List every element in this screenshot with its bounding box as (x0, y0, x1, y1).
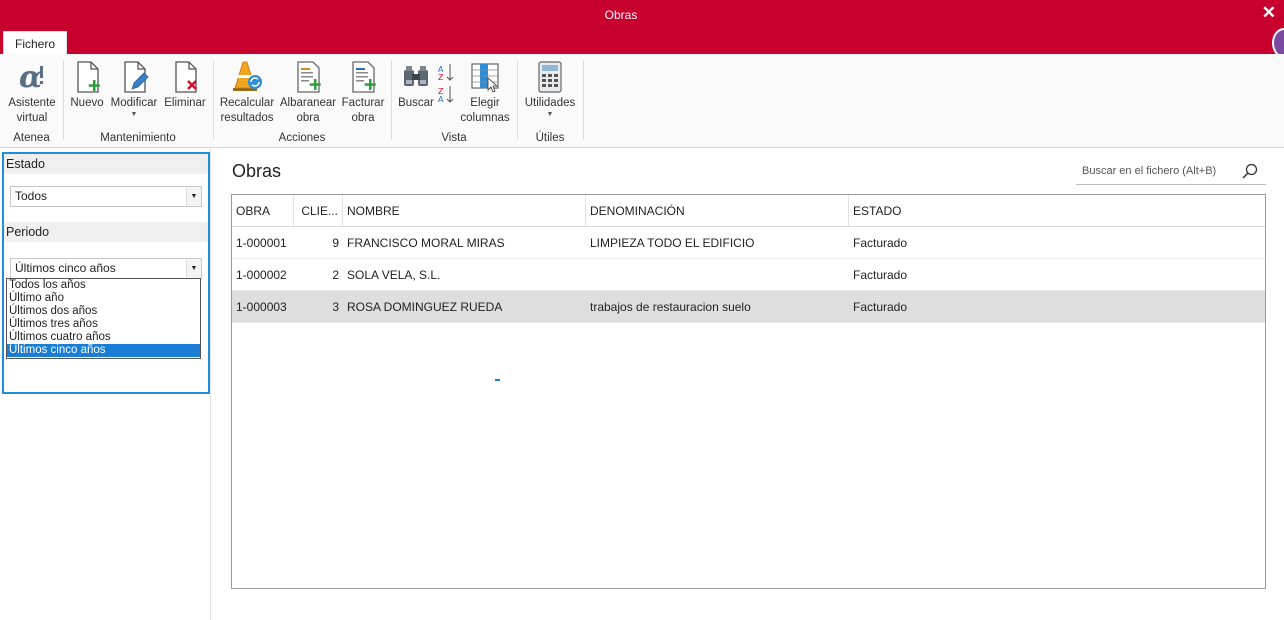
buscar-button[interactable]: Buscar (396, 58, 436, 111)
ribbon-group-acciones: Recalcular resultados Albaranear obra Fa… (214, 58, 390, 146)
close-button[interactable]: ✕ (1262, 3, 1276, 23)
invoice-icon (347, 60, 379, 94)
periodo-select[interactable]: Últimos cinco años ▼ (10, 258, 202, 279)
periodo-select-value: Últimos cinco años (15, 261, 116, 275)
ribbon-group-mantenimiento: Nuevo Modificar ▼ Eliminar Mantenimiento (64, 58, 212, 146)
cell-cliente: 2 (332, 268, 339, 282)
choose-columns-icon (469, 60, 501, 94)
table-header: OBRA CLIE... NOMBRE DENOMINACIÓN ESTADO (232, 195, 1265, 227)
cell-cliente: 9 (332, 236, 339, 250)
table-row[interactable]: 1-000001 9 FRANCISCO MORAL MIRAS LIMPIEZ… (232, 227, 1265, 259)
cell-estado: Facturado (853, 236, 908, 250)
column-header-obra[interactable]: OBRA (232, 195, 294, 227)
estado-select-value: Todos (15, 189, 48, 203)
filter-sidebar: Estado Todos ▼ Periodo Últimos cinco año… (0, 148, 211, 620)
periodo-filter-label: Periodo (4, 222, 208, 242)
sort-icon: AZZA (437, 60, 455, 104)
recalcular-resultados-button[interactable]: Recalcular resultados (218, 58, 276, 126)
facturar-obra-button[interactable]: Facturar obra (340, 58, 386, 126)
column-header-denominacion[interactable]: DENOMINACIÓN (586, 195, 849, 227)
cell-obra: 1-000002 (236, 268, 287, 282)
recalculate-icon (231, 60, 263, 94)
cell-denominacion (586, 259, 849, 291)
cell-nombre: FRANCISCO MORAL MIRAS (347, 236, 505, 250)
cell-obra: 1-000003 (236, 300, 287, 314)
cell-denominacion: trabajos de restauracion suelo (590, 300, 751, 314)
estado-select[interactable]: Todos ▼ (10, 186, 202, 207)
text-cursor-mark (495, 379, 500, 381)
group-label-vista: Vista (441, 132, 467, 144)
title-bar: Obras ✕ Fichero (0, 0, 1284, 58)
cell-nombre: ROSA DOMINGUEZ RUEDA (347, 300, 503, 314)
periodo-dropdown-list[interactable]: Todos los años Último año Últimos dos añ… (6, 278, 201, 359)
svg-text:Z: Z (438, 73, 444, 82)
cell-denominacion: LIMPIEZA TODO EL EDIFICIO (590, 236, 755, 250)
chevron-down-icon: ▼ (546, 111, 554, 118)
elegir-columnas-button[interactable]: Elegir columnas (458, 58, 512, 126)
estado-filter-label: Estado (4, 154, 208, 174)
asistente-virtual-button[interactable]: α Asistente virtual (4, 58, 60, 126)
modificar-button[interactable]: Modificar ▼ (108, 58, 160, 119)
periodo-option[interactable]: Todos los años (7, 279, 200, 292)
edit-document-icon (118, 60, 150, 94)
ribbon-group-atenea: α Asistente virtual Atenea (0, 58, 63, 146)
periodo-option-selected[interactable]: Últimos cinco años (7, 344, 200, 357)
periodo-option[interactable]: Últimos cuatro años (7, 331, 200, 344)
cell-estado: Facturado (853, 268, 908, 282)
search-input[interactable]: Buscar en el fichero (Alt+B) (1082, 165, 1216, 177)
alpha-icon: α (16, 60, 48, 95)
utilidades-button[interactable]: Utilidades ▼ (520, 58, 580, 119)
cell-cliente: 3 (332, 300, 339, 314)
ribbon-separator (583, 60, 584, 140)
obras-table: OBRA CLIE... NOMBRE DENOMINACIÓN ESTADO … (231, 194, 1266, 589)
group-label-mantenimiento: Mantenimiento (100, 132, 176, 144)
search-icon[interactable] (1242, 163, 1258, 179)
column-header-nombre[interactable]: NOMBRE (343, 195, 586, 227)
calculator-icon (534, 60, 566, 94)
periodo-option[interactable]: Último año (7, 292, 200, 305)
eliminar-button[interactable]: Eliminar (162, 58, 208, 111)
delete-document-icon (169, 60, 201, 94)
group-label-utiles: Útiles (535, 132, 565, 144)
svg-text:A: A (438, 95, 444, 104)
delivery-note-icon (292, 60, 324, 94)
chevron-down-icon[interactable]: ▼ (186, 259, 201, 278)
table-row-selected[interactable]: 1-000003 3 ROSA DOMINGUEZ RUEDA trabajos… (232, 291, 1265, 323)
search-field[interactable]: Buscar en el fichero (Alt+B) (1076, 157, 1266, 185)
cell-estado: Facturado (853, 300, 908, 314)
chevron-down-icon: ▼ (130, 111, 138, 118)
group-label-atenea: Atenea (13, 132, 50, 144)
window-title: Obras (604, 8, 638, 22)
column-header-cliente[interactable]: CLIE... (294, 195, 343, 227)
chevron-down-icon[interactable]: ▼ (186, 187, 201, 206)
svg-text:α: α (19, 60, 42, 94)
periodo-option[interactable]: Últimos dos años (7, 305, 200, 318)
cell-nombre: SOLA VELA, S.L. (347, 268, 441, 282)
tab-fichero[interactable]: Fichero (3, 31, 67, 55)
binoculars-icon (400, 60, 432, 94)
new-document-icon (71, 60, 103, 94)
albaranear-obra-button[interactable]: Albaranear obra (278, 58, 338, 126)
page-title: Obras (232, 161, 282, 181)
table-row[interactable]: 1-000002 2 SOLA VELA, S.L. Facturado (232, 259, 1265, 291)
group-label-acciones: Acciones (278, 132, 326, 144)
cell-obra: 1-000001 (236, 236, 287, 250)
ribbon: α Asistente virtual Atenea Nuevo Modific… (0, 54, 1284, 148)
nuevo-button[interactable]: Nuevo (68, 58, 106, 111)
sort-button[interactable]: AZZA (436, 58, 456, 106)
periodo-option[interactable]: Últimos tres años (7, 318, 200, 331)
column-header-estado[interactable]: ESTADO (849, 195, 1265, 227)
ribbon-group-vista: Buscar AZZA Elegir columnas Vista (392, 58, 516, 146)
ribbon-group-utiles: Utilidades ▼ Útiles (518, 58, 582, 146)
